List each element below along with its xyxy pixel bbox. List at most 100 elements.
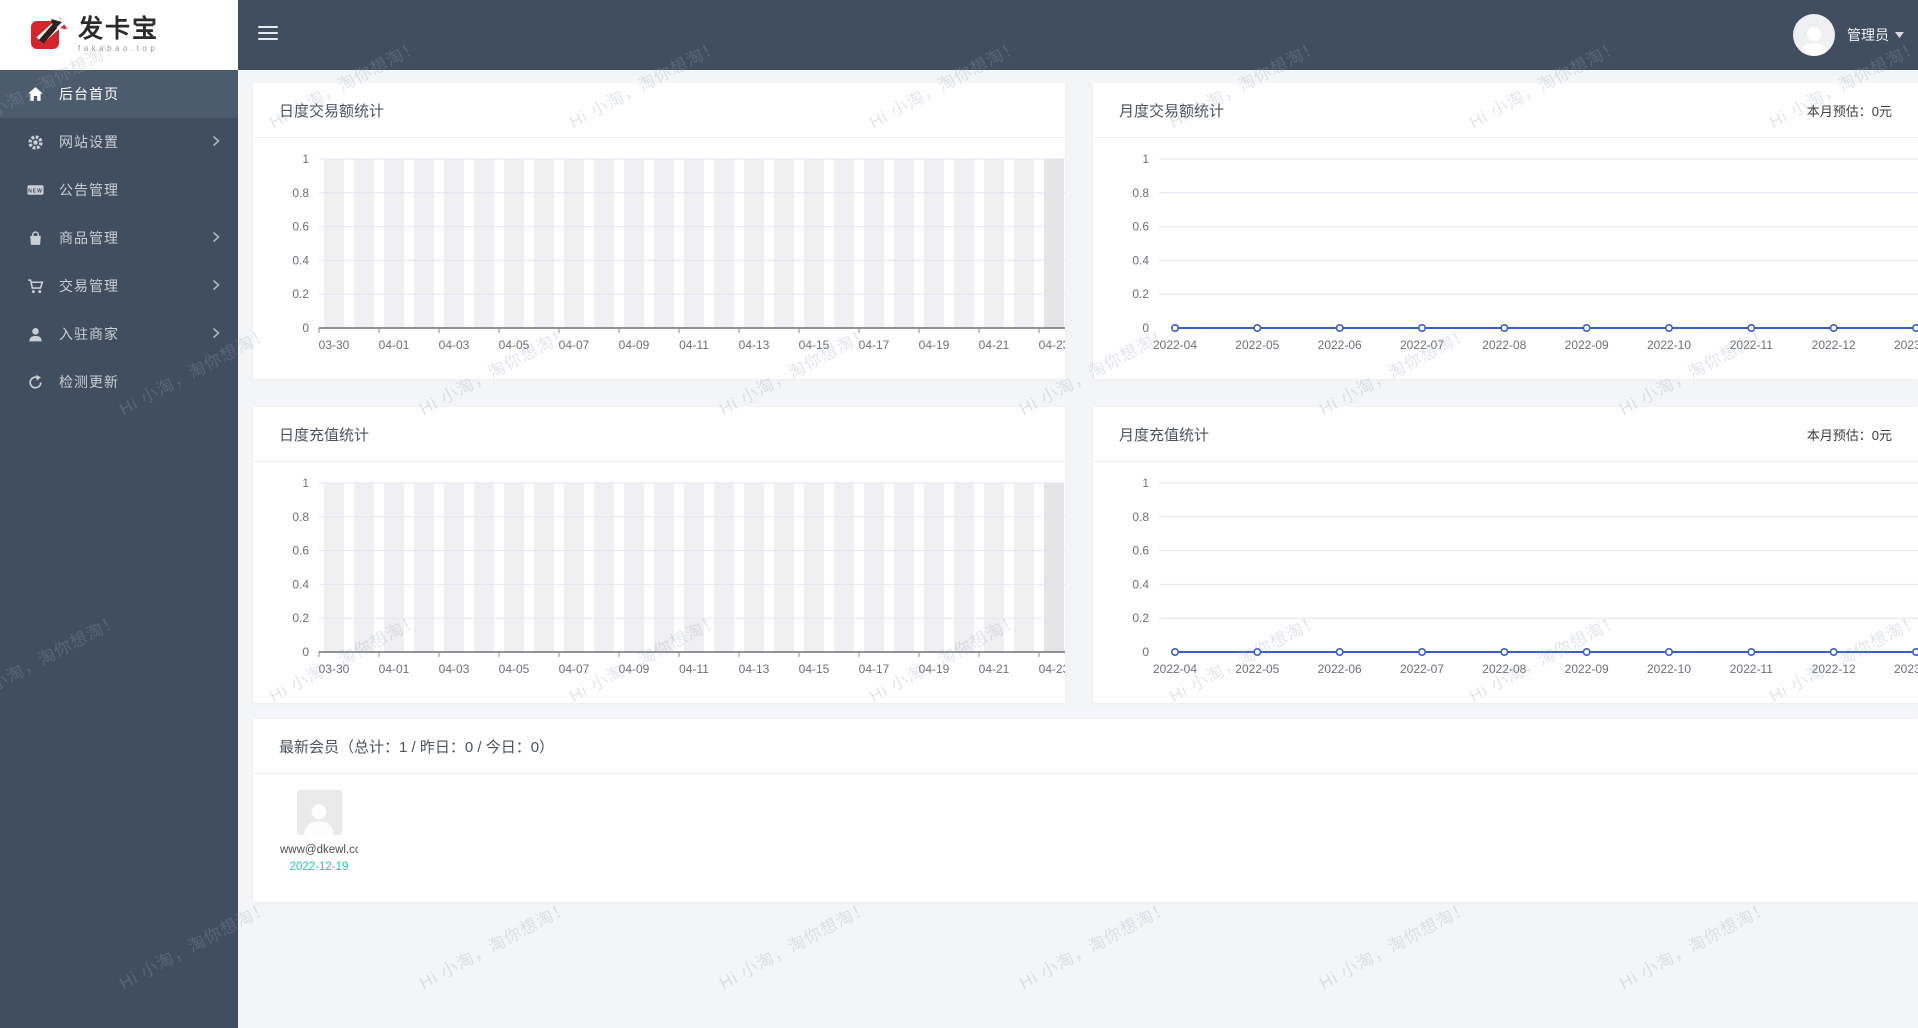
svg-text:04-03: 04-03 — [439, 662, 470, 676]
svg-text:2022-08: 2022-08 — [1482, 662, 1526, 676]
latest-members-card: 最新会员（总计：1 / 昨日：0 / 今日：0） www@dkewl.com 2… — [253, 719, 1918, 902]
top-header-bar: 管理员 — [0, 0, 1918, 70]
svg-text:1: 1 — [302, 476, 309, 490]
svg-text:0.6: 0.6 — [1132, 220, 1149, 234]
svg-text:2022-09: 2022-09 — [1565, 338, 1609, 352]
svg-text:0.8: 0.8 — [1132, 186, 1149, 200]
chart-card-monthly-recharge: 月度充值统计 本月预估：0元 1 0.8 0.6 0.4 0.2 0 2022-04 2022… — [1093, 407, 1918, 703]
svg-text:0: 0 — [1142, 321, 1149, 335]
home-icon — [27, 86, 44, 103]
chart-title: 月度交易额统计 — [1119, 102, 1225, 120]
svg-text:2022-05: 2022-05 — [1235, 338, 1279, 352]
bag-icon — [27, 230, 44, 247]
svg-text:04-19: 04-19 — [919, 338, 950, 352]
svg-text:04-21: 04-21 — [979, 662, 1010, 676]
svg-text:NEW: NEW — [28, 188, 43, 194]
member-list-item: www@dkewl.com 2022-12-19 — [279, 790, 359, 873]
svg-text:2022-06: 2022-06 — [1318, 662, 1362, 676]
svg-text:04-23: 04-23 — [1039, 662, 1065, 676]
monthly-estimate-label: 本月预估：0元 — [1806, 103, 1892, 119]
svg-text:0.2: 0.2 — [292, 287, 309, 301]
sidebar-item-announcements[interactable]: NEW 公告管理 — [0, 166, 238, 214]
user-icon — [27, 326, 44, 343]
svg-text:0.2: 0.2 — [1132, 287, 1149, 301]
admin-name-text: 管理员 — [1847, 27, 1889, 43]
announcement-icon: NEW — [27, 182, 44, 199]
monthly-recharge-chart: 1 0.8 0.6 0.4 0.2 0 2022-04 2022-05 2022-06 2022-… — [1093, 462, 1918, 703]
svg-text:04-01: 04-01 — [379, 338, 410, 352]
svg-text:2022-10: 2022-10 — [1647, 338, 1691, 352]
monthly-estimate-label: 本月预估：0元 — [1806, 427, 1892, 443]
chart-card-monthly-sales: 月度交易额统计 本月预估：0元 1 0.8 0.6 0.4 0.2 0 2022-04 202… — [1093, 83, 1918, 379]
svg-text:0.4: 0.4 — [292, 253, 309, 267]
svg-text:2023-01: 2023-01 — [1894, 338, 1918, 352]
svg-text:04-05: 04-05 — [499, 662, 530, 676]
sidebar-item-merchants[interactable]: 入驻商家 — [0, 310, 238, 358]
svg-text:04-07: 04-07 — [559, 338, 590, 352]
svg-text:04-01: 04-01 — [379, 662, 410, 676]
svg-text:2022-09: 2022-09 — [1565, 662, 1609, 676]
svg-text:04-09: 04-09 — [619, 338, 650, 352]
chart-title: 日度交易额统计 — [279, 102, 385, 120]
update-icon — [27, 374, 44, 391]
sidebar-item-dashboard[interactable]: 后台首页 — [0, 70, 238, 118]
svg-text:2022-06: 2022-06 — [1318, 338, 1362, 352]
svg-text:2023-01: 2023-01 — [1894, 662, 1918, 676]
svg-text:0.4: 0.4 — [1132, 253, 1149, 267]
sidebar-menu: 后台首页 网站设置 NEW 公告管理 商品管理 交易管理 入驻商家 检测更新 — [0, 70, 238, 406]
svg-text:04-23: 04-23 — [1039, 338, 1065, 352]
sidebar-item-check-update[interactable]: 检测更新 — [0, 358, 238, 406]
member-register-date[interactable]: 2022-12-19 — [290, 861, 349, 873]
svg-text:04-09: 04-09 — [619, 662, 650, 676]
svg-text:04-17: 04-17 — [859, 338, 890, 352]
svg-text:0.6: 0.6 — [292, 220, 309, 234]
chart-title: 日度充值统计 — [279, 426, 370, 444]
chart-title: 月度充值统计 — [1119, 426, 1210, 444]
svg-text:0.2: 0.2 — [292, 611, 309, 625]
chevron-right-icon — [212, 230, 220, 246]
user-menu[interactable]: 管理员 — [1793, 0, 1904, 70]
svg-text:0: 0 — [302, 321, 309, 335]
svg-text:1: 1 — [1142, 152, 1149, 166]
svg-text:0: 0 — [1142, 645, 1149, 659]
app-logo[interactable]: 发卡宝 fakabao.top — [0, 0, 238, 70]
sidebar-item-label: 入驻商家 — [59, 326, 119, 342]
logo-subtitle: fakabao.top — [78, 44, 159, 53]
daily-sales-chart: 1 0.8 0.6 0.4 0.2 0 03-30 04-01 04-03 04-05 04-07 0… — [253, 138, 1065, 379]
svg-text:2022-12: 2022-12 — [1812, 338, 1856, 352]
logo-mark-icon — [31, 17, 68, 49]
admin-name-label[interactable]: 管理员 — [1847, 25, 1904, 45]
svg-text:04-11: 04-11 — [679, 338, 709, 352]
svg-text:2022-07: 2022-07 — [1400, 662, 1444, 676]
svg-text:2022-04: 2022-04 — [1153, 338, 1197, 352]
svg-text:04-13: 04-13 — [739, 662, 770, 676]
member-avatar — [296, 790, 342, 835]
main-content: 日度交易额统计 1 0.8 0.6 0.4 0.2 0 03-30 04-01 04-03 04-… — [238, 70, 1918, 1028]
svg-text:04-19: 04-19 — [919, 662, 950, 676]
admin-avatar[interactable] — [1793, 14, 1835, 56]
svg-text:04-05: 04-05 — [499, 338, 530, 352]
svg-text:1: 1 — [1142, 476, 1149, 490]
chevron-right-icon — [212, 278, 220, 294]
svg-text:0.8: 0.8 — [292, 510, 309, 524]
chart-card-daily-recharge: 日度充值统计 1 0.8 0.6 0.4 0.2 0 03-30 04-01 04-03 04-0… — [253, 407, 1065, 703]
svg-text:04-03: 04-03 — [439, 338, 470, 352]
sidebar-item-site-settings[interactable]: 网站设置 — [0, 118, 238, 166]
svg-text:04-15: 04-15 — [799, 662, 830, 676]
hamburger-menu-icon[interactable] — [258, 26, 278, 42]
sidebar-item-label: 公告管理 — [59, 182, 119, 198]
svg-text:04-17: 04-17 — [859, 662, 890, 676]
gear-icon — [27, 134, 44, 151]
svg-text:2022-07: 2022-07 — [1400, 338, 1444, 352]
caret-down-icon — [1895, 32, 1904, 38]
sidebar-item-label: 交易管理 — [59, 278, 119, 294]
svg-text:2022-05: 2022-05 — [1235, 662, 1279, 676]
svg-text:04-15: 04-15 — [799, 338, 830, 352]
sidebar-item-transactions[interactable]: 交易管理 — [0, 262, 238, 310]
person-silhouette-icon — [1800, 27, 1828, 56]
latest-members-title: 最新会员（总计：1 / 昨日：0 / 今日：0） — [279, 738, 555, 756]
svg-text:0.4: 0.4 — [1132, 577, 1149, 591]
svg-text:2022-10: 2022-10 — [1647, 662, 1691, 676]
svg-text:0.8: 0.8 — [1132, 510, 1149, 524]
sidebar-item-products[interactable]: 商品管理 — [0, 214, 238, 262]
